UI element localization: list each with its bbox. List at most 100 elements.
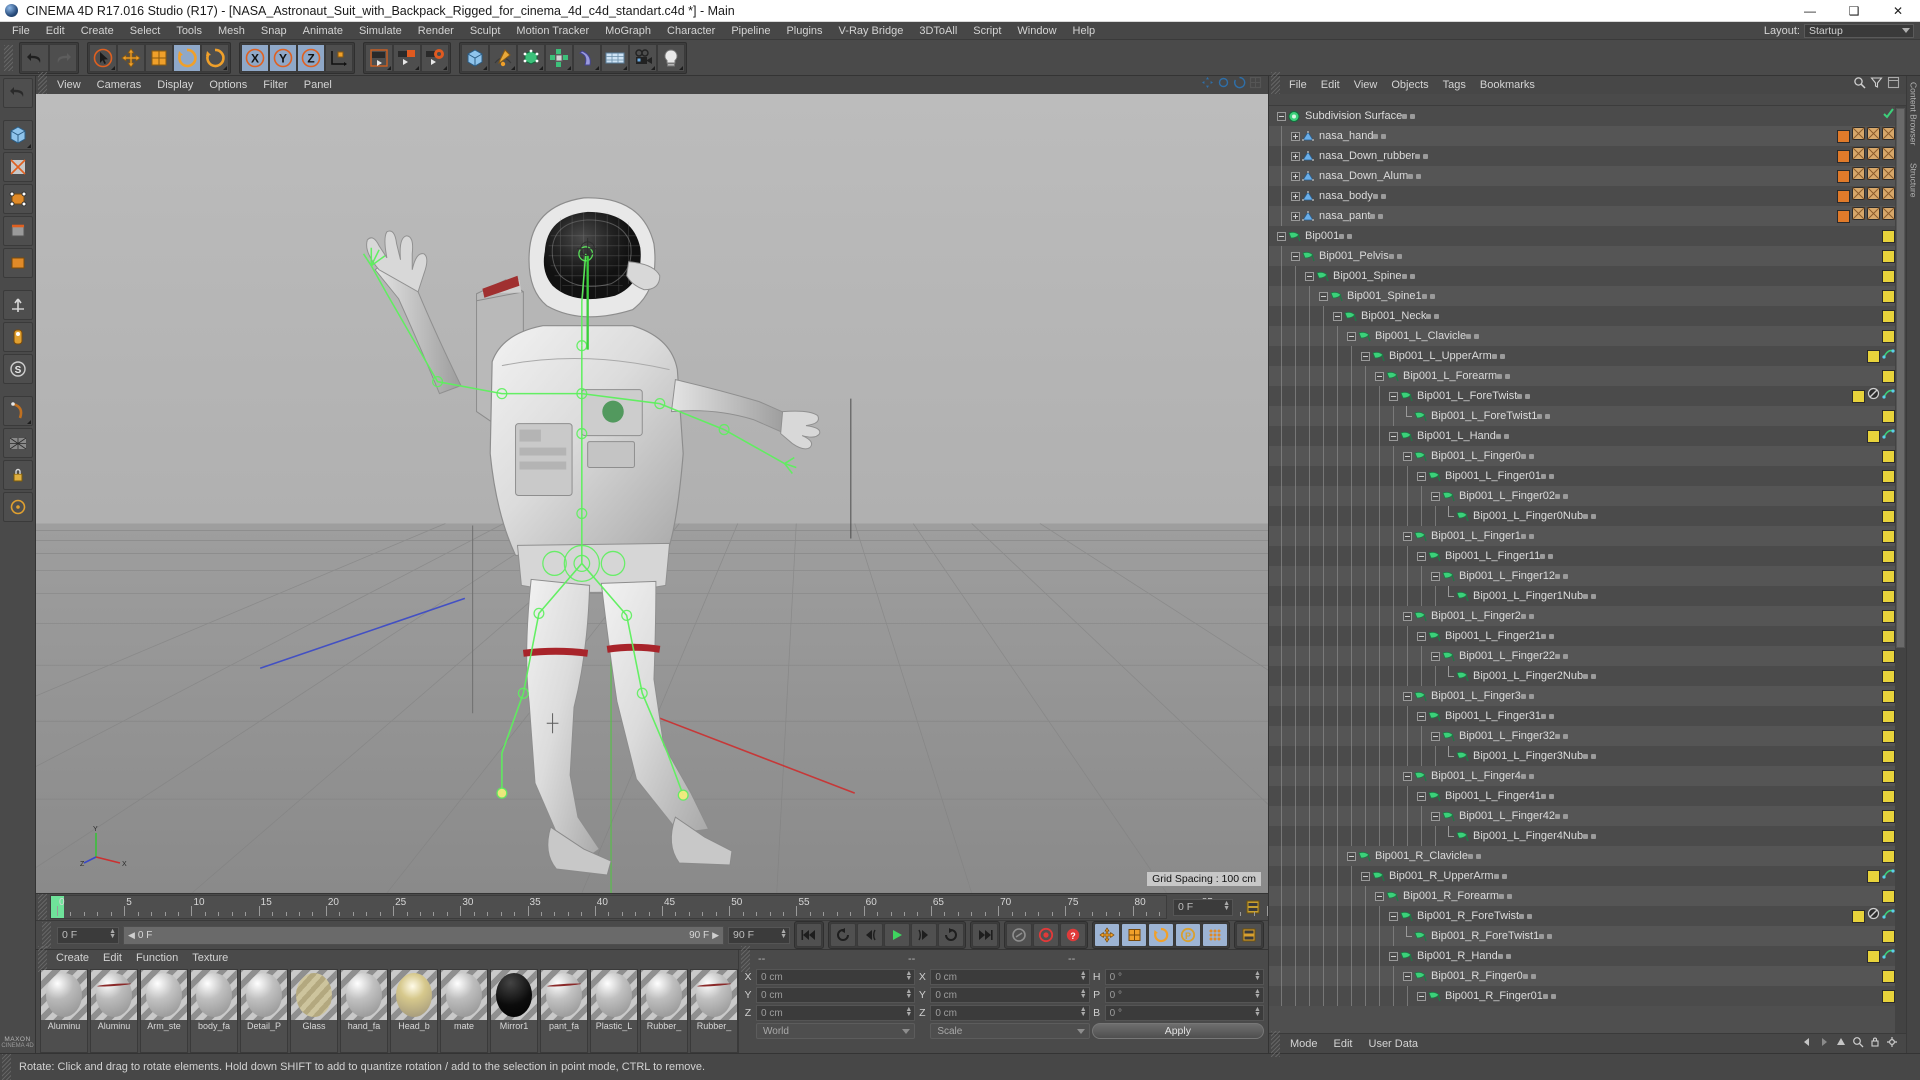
menu-mesh[interactable]: Mesh [210, 22, 253, 40]
enabled-check-icon[interactable] [1882, 107, 1895, 125]
axis-mode-icon[interactable] [2, 290, 33, 320]
object-tree-row[interactable]: Bip001_L_ForeTwist [1269, 386, 1906, 406]
collapse-node-button[interactable] [1389, 911, 1398, 921]
menu-edit[interactable]: Edit [38, 22, 73, 40]
play-reverse-icon[interactable] [830, 923, 856, 947]
object-tree-row[interactable]: Bip001_L_Finger0Nub [1269, 506, 1906, 526]
previous-frame-icon[interactable] [857, 923, 883, 947]
visibility-dots[interactable] [1583, 673, 1597, 679]
object-tree-row[interactable]: Bip001_L_Hand [1269, 426, 1906, 446]
loop-icon[interactable] [938, 923, 964, 947]
menu-plugins[interactable]: Plugins [778, 22, 830, 40]
menu-create[interactable]: Create [73, 22, 122, 40]
size-x-field[interactable]: 0 cm ▲ ▼ [930, 969, 1090, 985]
collapse-node-button[interactable] [1403, 771, 1412, 781]
object-tree-row[interactable]: Bip001_L_Finger32 [1269, 726, 1906, 746]
toolbar-grip[interactable] [4, 44, 13, 71]
viewport-move-icon[interactable] [1201, 76, 1214, 94]
visibility-dots[interactable] [1555, 493, 1569, 499]
range-right-arrow-icon[interactable]: ▶ [709, 930, 719, 941]
position-y-field[interactable]: 0 cm ▲ ▼ [756, 987, 916, 1003]
workplane-origin-icon[interactable] [2, 492, 33, 522]
visibility-dots[interactable] [1542, 993, 1556, 999]
joint-tag[interactable] [1882, 589, 1895, 603]
spinner-icon[interactable]: ▲ ▼ [1080, 1006, 1087, 1018]
attribute-menu-mode[interactable]: Mode [1282, 1038, 1326, 1050]
viewport-menu-panel[interactable]: Panel [296, 76, 340, 94]
object-tree-row[interactable]: nasa_Down_rubber [1269, 146, 1906, 166]
object-tree-row[interactable]: Bip001_L_Finger12 [1269, 566, 1906, 586]
ik-tag[interactable] [1882, 867, 1895, 885]
expand-node-button[interactable] [1291, 211, 1300, 221]
workplane-icon[interactable] [2, 428, 33, 458]
point-mode-icon[interactable] [2, 184, 33, 214]
object-menu-bookmarks[interactable]: Bookmarks [1473, 76, 1542, 94]
collapse-node-button[interactable] [1277, 231, 1286, 241]
texture-mode-icon[interactable] [2, 152, 33, 182]
joint-tag[interactable] [1882, 309, 1895, 323]
object-menu-view[interactable]: View [1347, 76, 1385, 94]
joint-tag[interactable] [1867, 349, 1880, 363]
material-menu-function[interactable]: Function [129, 950, 185, 967]
menu-file[interactable]: File [4, 22, 38, 40]
visibility-dots[interactable] [1426, 313, 1440, 319]
tree-leaf-marker[interactable] [1445, 746, 1454, 766]
material-item[interactable]: Rubber_ [640, 969, 688, 1053]
texture-tag[interactable] [1882, 187, 1895, 205]
object-tree-row[interactable]: Bip001_Spine [1269, 266, 1906, 286]
visibility-dots[interactable] [1401, 273, 1415, 279]
range-left-arrow-icon[interactable]: ◀ [128, 930, 135, 941]
axis-y-button[interactable]: Y [269, 43, 297, 72]
collapse-node-button[interactable] [1431, 571, 1440, 581]
attribute-search-icon[interactable] [1852, 1035, 1864, 1053]
joint-tag[interactable] [1882, 609, 1895, 623]
lock-workplane-icon[interactable] [2, 460, 33, 490]
visibility-dots[interactable] [1519, 913, 1533, 919]
object-tree-row[interactable]: Bip001_L_Forearm [1269, 366, 1906, 386]
dock-structure-tab[interactable]: Structure [1909, 163, 1919, 198]
tree-leaf-marker[interactable] [1403, 926, 1412, 946]
object-tree[interactable]: Subdivision Surface nasa_hand nasa_Down_ru… [1269, 106, 1906, 1033]
texture-tag[interactable] [1867, 127, 1880, 145]
visibility-dots[interactable] [1541, 713, 1555, 719]
material-item[interactable]: Detail_P [240, 969, 288, 1053]
joint-tag[interactable] [1882, 469, 1895, 483]
skin-tag[interactable] [1837, 149, 1850, 163]
object-tree-row[interactable]: Bip001_L_Finger2 [1269, 606, 1906, 626]
joint-tag[interactable] [1882, 789, 1895, 803]
coordinate-system-dropdown[interactable]: World [756, 1023, 916, 1039]
texture-tag[interactable] [1852, 127, 1865, 145]
texture-tag[interactable] [1882, 207, 1895, 225]
maximize-button[interactable]: ❑ [1832, 0, 1876, 22]
material-item[interactable]: mate [440, 969, 488, 1053]
joint-tag[interactable] [1882, 329, 1895, 343]
polygon-mode-icon[interactable] [2, 248, 33, 278]
timeline-current-frame-field[interactable]: 0 F ▲ ▼ [1168, 894, 1238, 920]
spinner-icon[interactable]: ▲ ▼ [1080, 988, 1087, 1000]
object-tree-row[interactable]: Bip001_R_ForeTwist1 [1269, 926, 1906, 946]
expand-node-button[interactable] [1291, 131, 1300, 141]
scene-floor-icon[interactable] [601, 43, 629, 72]
size-z-field[interactable]: 0 cm ▲ ▼ [930, 1005, 1090, 1021]
timeline-options-icon[interactable] [1238, 894, 1268, 920]
visibility-dots[interactable] [1583, 753, 1597, 759]
joint-tag[interactable] [1882, 269, 1895, 283]
rotation-p-field[interactable]: 0 ° ▲ ▼ [1104, 987, 1264, 1003]
viewport-rotate-icon[interactable] [1233, 76, 1246, 94]
visibility-dots[interactable] [1555, 733, 1569, 739]
object-tree-row[interactable]: Bip001_L_Clavicle [1269, 326, 1906, 346]
object-tree-row[interactable]: Bip001_Neck [1269, 306, 1906, 326]
object-tree-row[interactable]: Bip001_L_Finger01 [1269, 466, 1906, 486]
spinner-icon[interactable]: ▲ ▼ [109, 928, 116, 940]
texture-tag[interactable] [1867, 207, 1880, 225]
object-tree-row[interactable]: Bip001_L_Finger31 [1269, 706, 1906, 726]
menu-mograph[interactable]: MoGraph [597, 22, 659, 40]
expand-node-button[interactable] [1291, 171, 1300, 181]
viewport-menu-filter[interactable]: Filter [255, 76, 295, 94]
skin-tag[interactable] [1837, 169, 1850, 183]
play-icon[interactable] [884, 923, 910, 947]
menu-pipeline[interactable]: Pipeline [723, 22, 778, 40]
menu-character[interactable]: Character [659, 22, 723, 40]
move-icon[interactable] [117, 43, 145, 72]
visibility-dots[interactable] [1583, 833, 1597, 839]
